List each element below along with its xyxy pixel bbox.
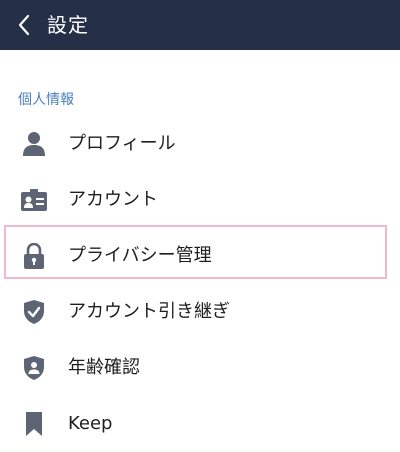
person-icon xyxy=(20,130,48,158)
settings-item-label: アカウント xyxy=(68,189,158,210)
settings-list: プロフィール アカウント プライバシー管理 アカウント引き継ぎ 年齢確認 Kee… xyxy=(0,116,400,452)
page-title: 設定 xyxy=(47,13,89,37)
lock-icon xyxy=(20,242,48,270)
settings-item-label: プロフィール xyxy=(68,133,176,154)
settings-item-account-transfer[interactable]: アカウント引き継ぎ xyxy=(0,284,400,340)
settings-item-label: 年齢確認 xyxy=(68,357,140,378)
settings-item-label: アカウント引き継ぎ xyxy=(68,301,230,322)
settings-item-label: プライバシー管理 xyxy=(68,245,212,266)
section-label-personal-info: 個人情報 xyxy=(18,92,74,108)
settings-item-account[interactable]: アカウント xyxy=(0,172,400,228)
back-button[interactable] xyxy=(12,11,36,39)
settings-item-label: Keep xyxy=(68,413,113,434)
settings-item-profile[interactable]: プロフィール xyxy=(0,116,400,172)
header-bar: 設定 xyxy=(0,0,400,50)
settings-item-keep[interactable]: Keep xyxy=(0,396,400,452)
shield-person-icon xyxy=(20,354,48,382)
settings-item-privacy[interactable]: プライバシー管理 xyxy=(0,228,400,284)
id-card-icon xyxy=(20,186,48,214)
shield-check-icon xyxy=(20,298,48,326)
chevron-left-icon xyxy=(18,14,30,36)
settings-item-age-verification[interactable]: 年齢確認 xyxy=(0,340,400,396)
bookmark-icon xyxy=(20,410,48,438)
